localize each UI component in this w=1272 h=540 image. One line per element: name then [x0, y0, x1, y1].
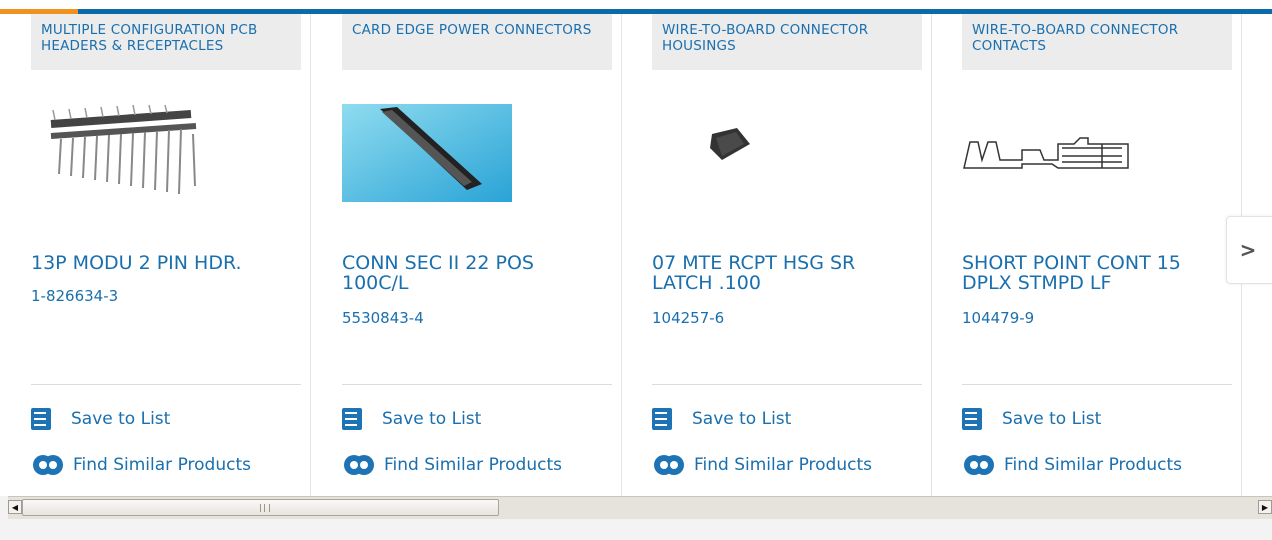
part-number[interactable]: 104479-9	[962, 309, 1034, 327]
divider	[342, 384, 612, 385]
category-badge[interactable]: MULTIPLE CONFIGURATION PCB HEADERS & REC…	[31, 14, 301, 70]
save-to-list-label: Save to List	[692, 409, 792, 429]
similar-products-icon	[344, 455, 374, 475]
product-image-housing[interactable]	[652, 104, 922, 204]
part-number[interactable]: 1-826634-3	[31, 287, 118, 305]
category-label[interactable]: CARD EDGE POWER CONNECTORS	[342, 14, 612, 38]
find-similar-products-button[interactable]: Find Similar Products	[962, 452, 1182, 478]
product-carousel: MULTIPLE CONFIGURATION PCB HEADERS & REC…	[0, 0, 1272, 496]
save-to-list-button[interactable]: Save to List	[962, 406, 1101, 432]
find-similar-label: Find Similar Products	[384, 455, 562, 475]
chevron-right-icon: >	[1239, 238, 1257, 262]
product-title[interactable]: CONN SEC II 22 POS 100C/L	[342, 253, 592, 293]
checklist-icon	[31, 408, 51, 430]
find-similar-label: Find Similar Products	[73, 455, 251, 475]
save-to-list-button[interactable]: Save to List	[342, 406, 481, 432]
find-similar-products-button[interactable]: Find Similar Products	[652, 452, 872, 478]
find-similar-products-button[interactable]: Find Similar Products	[342, 452, 562, 478]
part-number[interactable]: 5530843-4	[342, 309, 424, 327]
carousel-next-button[interactable]: >	[1226, 216, 1272, 284]
save-to-list-button[interactable]: Save to List	[652, 406, 791, 432]
category-badge[interactable]: CARD EDGE POWER CONNECTORS	[342, 14, 612, 70]
find-similar-label: Find Similar Products	[694, 455, 872, 475]
category-badge[interactable]: WIRE-TO-BOARD CONNECTOR HOUSINGS	[652, 14, 922, 70]
category-badge[interactable]: WIRE-TO-BOARD CONNECTOR CONTACTS	[962, 14, 1232, 70]
category-label[interactable]: WIRE-TO-BOARD CONNECTOR CONTACTS	[962, 14, 1232, 54]
horizontal-scrollbar[interactable]: ◀ ▶	[8, 496, 1272, 519]
product-title[interactable]: 13P MODU 2 PIN HDR.	[31, 253, 281, 273]
save-to-list-button[interactable]: Save to List	[31, 406, 170, 432]
checklist-icon	[962, 408, 982, 430]
scroll-right-arrow-icon[interactable]: ▶	[1258, 500, 1272, 514]
find-similar-label: Find Similar Products	[1004, 455, 1182, 475]
product-card: WIRE-TO-BOARD CONNECTOR HOUSINGS 07 MTE …	[621, 14, 932, 496]
save-to-list-label: Save to List	[382, 409, 482, 429]
product-image-card-edge[interactable]	[342, 104, 612, 204]
similar-products-icon	[964, 455, 994, 475]
scrollbar-grip	[260, 504, 270, 512]
checklist-icon	[342, 408, 362, 430]
save-to-list-label: Save to List	[71, 409, 171, 429]
divider	[652, 384, 922, 385]
checklist-icon	[652, 408, 672, 430]
find-similar-products-button[interactable]: Find Similar Products	[31, 452, 251, 478]
scrollbar-thumb[interactable]	[22, 499, 499, 516]
divider	[31, 384, 301, 385]
similar-products-icon	[654, 455, 684, 475]
product-image-contact[interactable]	[962, 104, 1232, 204]
product-card: MULTIPLE CONFIGURATION PCB HEADERS & REC…	[0, 14, 311, 496]
product-image-pcb-header[interactable]	[31, 104, 301, 204]
scroll-left-arrow-icon[interactable]: ◀	[8, 500, 22, 514]
product-card: CARD EDGE POWER CONNECTORS CONN SEC II 2…	[311, 14, 622, 496]
category-label[interactable]: MULTIPLE CONFIGURATION PCB HEADERS & REC…	[31, 14, 301, 54]
product-title[interactable]: SHORT POINT CONT 15 DPLX STMPD LF	[962, 253, 1212, 293]
part-number[interactable]: 104257-6	[652, 309, 724, 327]
divider	[962, 384, 1232, 385]
save-to-list-label: Save to List	[1002, 409, 1102, 429]
product-card: WIRE-TO-BOARD CONNECTOR CONTACTS SHORT P…	[931, 14, 1242, 496]
product-title[interactable]: 07 MTE RCPT HSG SR LATCH .100	[652, 253, 902, 293]
category-label[interactable]: WIRE-TO-BOARD CONNECTOR HOUSINGS	[652, 14, 922, 54]
similar-products-icon	[33, 455, 63, 475]
